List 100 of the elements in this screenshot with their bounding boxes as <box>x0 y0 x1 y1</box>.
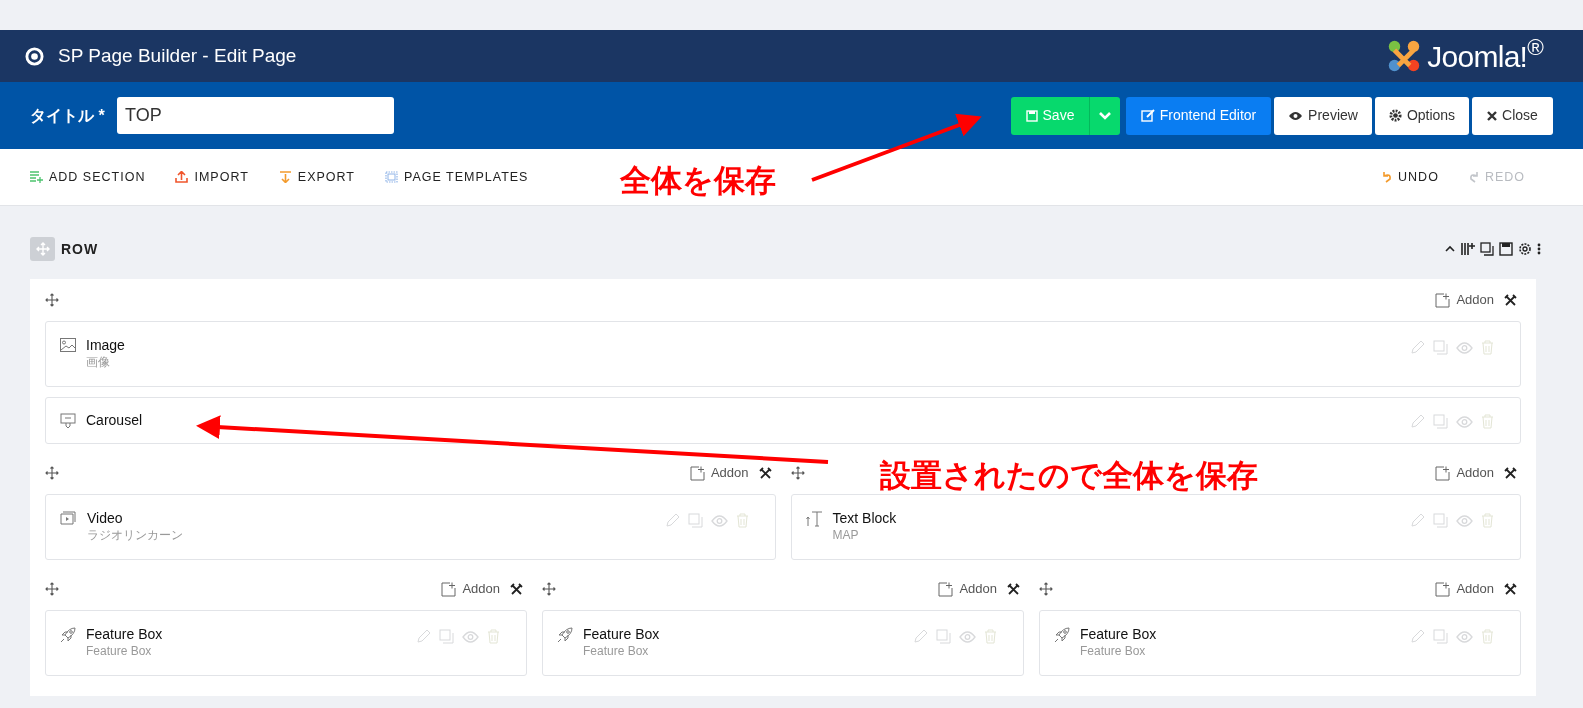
close-button[interactable]: Close <box>1472 96 1553 135</box>
move-icon[interactable] <box>542 582 556 596</box>
add-icon <box>689 465 705 481</box>
addon-title: Feature Box <box>1080 625 1157 643</box>
text-icon <box>805 511 823 527</box>
copy-icon[interactable] <box>1480 242 1494 256</box>
download-icon <box>278 171 292 183</box>
addon-card[interactable]: Feature Box Feature Box <box>542 610 1024 676</box>
add-icon <box>1435 292 1451 308</box>
add-icon <box>1435 581 1451 597</box>
undo-icon <box>1382 171 1393 183</box>
trash-icon[interactable] <box>984 629 997 644</box>
annotation-text: 全体を保存 <box>620 161 776 200</box>
redo-icon <box>1468 171 1479 183</box>
rocket-icon <box>1054 627 1070 643</box>
drag-handle-icon[interactable] <box>30 237 55 261</box>
tools-icon[interactable] <box>1504 293 1517 307</box>
rocket-icon <box>60 627 76 643</box>
template-icon <box>385 171 398 183</box>
pencil-icon[interactable] <box>1410 629 1425 644</box>
trash-icon[interactable] <box>487 629 500 644</box>
move-icon[interactable] <box>45 293 59 307</box>
addon-card[interactable]: Text Block MAP <box>790 494 1521 560</box>
frontend-button[interactable]: Frontend Editor <box>1126 96 1271 135</box>
addon-title: Feature Box <box>86 625 163 643</box>
addon-title: Image <box>86 336 125 354</box>
addon-title: Video <box>87 509 124 527</box>
add-column-icon[interactable] <box>1461 242 1475 256</box>
move-icon[interactable] <box>1039 582 1053 596</box>
close-icon <box>1487 110 1498 121</box>
title-field[interactable]: TOP <box>117 97 394 134</box>
window-title: SP Page Builder - Edit Page <box>58 43 297 68</box>
pencil-icon[interactable] <box>1410 340 1425 355</box>
undo-button[interactable]: UNDO <box>1382 167 1439 187</box>
addon-subtitle: MAP <box>832 527 860 543</box>
import-button[interactable]: IMPORT <box>175 167 249 187</box>
eye-icon[interactable] <box>462 630 479 643</box>
add-addon-button[interactable]: Addon <box>1435 579 1494 599</box>
addon-subtitle: Feature Box <box>583 643 650 659</box>
add-button[interactable]: ADD SECTION <box>30 167 146 187</box>
addon-card[interactable]: Video ラジオリンカーン <box>45 494 776 560</box>
addon-title: Feature Box <box>583 625 660 643</box>
dropdown-button[interactable] <box>1089 96 1120 135</box>
eye-icon[interactable] <box>1456 341 1473 354</box>
eye-icon[interactable] <box>710 514 728 527</box>
brand-name: Joomla!$^{®}$ <box>1427 34 1543 75</box>
add-section-icon <box>30 171 43 183</box>
tools-icon[interactable] <box>510 582 523 596</box>
save-icon[interactable] <box>1499 242 1513 256</box>
move-icon[interactable] <box>45 582 59 596</box>
eye-icon[interactable] <box>1456 514 1473 527</box>
addon-card[interactable]: Carousel <box>45 397 1521 444</box>
trash-icon[interactable] <box>1481 513 1494 528</box>
eye-icon[interactable] <box>1456 415 1473 428</box>
trash-icon[interactable] <box>1481 629 1494 644</box>
pencil-icon[interactable] <box>1410 513 1425 528</box>
addon-subtitle: Feature Box <box>1080 643 1147 659</box>
add-addon-button[interactable]: Addon <box>1435 463 1494 483</box>
eye-icon[interactable] <box>1456 630 1473 643</box>
addon-card[interactable]: Feature Box Feature Box <box>45 610 527 676</box>
add-addon-button[interactable]: Addon <box>1435 290 1494 310</box>
pencil-icon[interactable] <box>416 629 431 644</box>
addon-subtitle: 画像 <box>86 354 111 370</box>
add-addon-button[interactable]: Addon <box>689 463 749 483</box>
picture-icon <box>60 338 76 352</box>
preview-button[interactable]: Preview <box>1274 96 1372 135</box>
chevron-down-icon <box>1099 111 1111 120</box>
rocket-icon <box>557 627 573 643</box>
floppy-icon <box>1025 109 1038 122</box>
row-label: ROW <box>61 239 99 259</box>
move-icon[interactable] <box>45 466 59 480</box>
trash-icon[interactable] <box>1481 414 1494 429</box>
target-icon <box>25 46 44 66</box>
annotation-text: 設置されたので全体を保存 <box>880 456 1258 495</box>
add-addon-button[interactable]: Addon <box>938 579 997 599</box>
tools-icon[interactable] <box>1504 466 1517 480</box>
addon-card[interactable]: Image 画像 <box>45 321 1521 387</box>
add-icon <box>441 581 457 597</box>
gear-icon <box>1388 109 1402 122</box>
settings-icon[interactable] <box>1518 242 1532 256</box>
tools-icon[interactable] <box>758 466 772 480</box>
more-icon[interactable] <box>1537 243 1541 255</box>
tools-icon[interactable] <box>1504 582 1517 596</box>
page-templates-button[interactable]: PAGE TEMPLATES <box>385 167 529 187</box>
eye-icon <box>1288 110 1304 121</box>
eye-icon[interactable] <box>959 630 976 643</box>
addon-title: Carousel <box>86 411 143 429</box>
trash-icon[interactable] <box>1481 340 1494 355</box>
addon-card[interactable]: Feature Box Feature Box <box>1039 610 1521 676</box>
trash-icon[interactable] <box>735 513 749 528</box>
slides-icon <box>60 413 76 429</box>
pencil-icon[interactable] <box>1410 414 1425 429</box>
tools-icon[interactable] <box>1007 582 1020 596</box>
move-icon[interactable] <box>790 466 805 480</box>
export-button[interactable]: EXPORT <box>278 167 355 187</box>
options-button[interactable]: Options <box>1375 96 1469 135</box>
pencil-icon[interactable] <box>664 513 680 528</box>
pencil-icon[interactable] <box>913 629 928 644</box>
add-addon-button[interactable]: Addon <box>441 579 500 599</box>
upload-icon <box>175 171 189 183</box>
